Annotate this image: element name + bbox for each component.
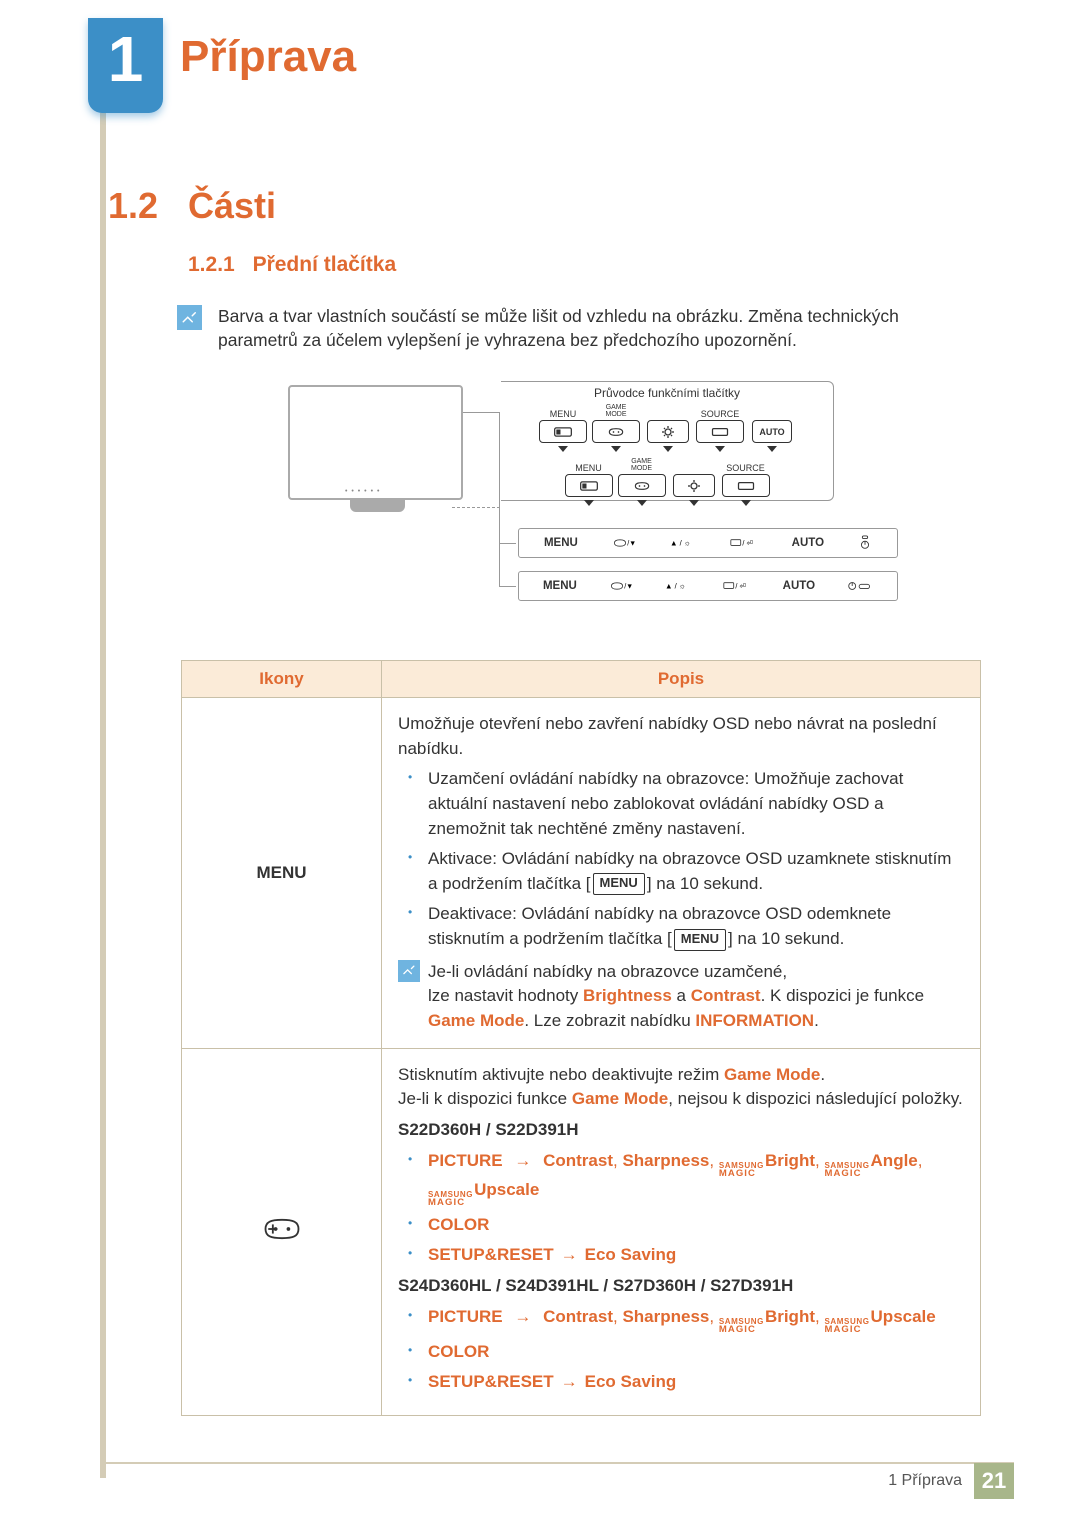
bullet-color-2: COLOR xyxy=(414,1340,964,1365)
source-return-icon: / ⏎ xyxy=(730,537,758,549)
bullet-picture-1: PICTURE → Contrast, Sharpness, SAMSUNGMA… xyxy=(414,1149,964,1207)
models-group-1: S22D360H / S22D391H xyxy=(398,1118,964,1143)
up-brightness-icon: ▲ / ☼ xyxy=(670,537,696,549)
note-icon xyxy=(177,305,202,330)
section-number: 1.2 xyxy=(108,185,158,227)
section-title: Části xyxy=(188,185,276,227)
buttons-table: Ikony Popis MENU Umožňuje otevření nebo … xyxy=(181,660,981,1416)
subsection-heading: 1.2.1 Přední tlačítka xyxy=(188,253,396,277)
gamepad-down-icon: /▼ xyxy=(612,537,636,549)
power-pill-icon xyxy=(847,579,873,593)
game-mode-label: GAMEMODE xyxy=(606,404,627,418)
bullet-picture-2: PICTURE → Contrast, Sharpness, SAMSUNGMA… xyxy=(414,1305,964,1334)
svg-text:▲ / ☼: ▲ / ☼ xyxy=(665,581,686,590)
svg-text:/ ⏎: / ⏎ xyxy=(742,538,752,547)
chapter-title: Příprava xyxy=(180,32,356,82)
buttons-diagram: • • • • • • Průvodce funkčními tlačítky … xyxy=(288,375,848,645)
footer-chapter: 1 Příprava xyxy=(888,1472,962,1490)
menu-pill-icon: MENU xyxy=(593,873,645,895)
brightness-btn-icon xyxy=(647,420,689,443)
menu-btn-icon xyxy=(539,420,587,443)
power-icon xyxy=(858,535,872,551)
bullet-setup-2: SETUP&RESET→Eco Saving xyxy=(414,1370,964,1395)
button-strip-2: MENU /▼ ▲ / ☼ / ⏎ AUTO xyxy=(518,571,898,601)
note-icon xyxy=(398,960,420,982)
row-icon-gamepad xyxy=(182,1048,382,1415)
chapter-number-badge: 1 xyxy=(88,18,163,113)
row-icon-menu: MENU xyxy=(182,698,382,1049)
svg-text:/ ⏎: / ⏎ xyxy=(735,581,745,590)
svg-text:▲ / ☼: ▲ / ☼ xyxy=(670,538,691,547)
page: 1 Příprava 1.2 Části 1.2.1 Přední tlačít… xyxy=(0,0,1080,1527)
gamemode-btn-icon xyxy=(592,420,640,443)
bullet-deactivate: Deaktivace: Ovládání nabídky na obrazovc… xyxy=(414,902,964,951)
bullet-activate: Aktivace: Ovládání nabídky na obrazovce … xyxy=(414,847,964,896)
page-number: 21 xyxy=(974,1463,1014,1499)
menu-pill-icon: MENU xyxy=(674,929,726,951)
guide-row-2: MENU GAMEMODE SOURCE xyxy=(507,458,827,506)
models-group-2: S24D360HL / S24D391HL / S27D360H / S27D3… xyxy=(398,1274,964,1299)
auto-btn: AUTO xyxy=(752,420,792,443)
source-label: SOURCE xyxy=(701,410,740,418)
row-desc-gamemode: Stisknutím aktivujte nebo deaktivujte re… xyxy=(382,1048,981,1415)
menu-label: MENU xyxy=(550,410,577,418)
source-btn-icon xyxy=(696,420,744,443)
table-header-desc: Popis xyxy=(382,661,981,698)
bullet-lock: Uzamčení ovládání nabídky na obrazovce: … xyxy=(414,767,964,841)
footer: 1 Příprava 21 xyxy=(100,1462,1014,1498)
svg-text:/▼: /▼ xyxy=(627,538,636,547)
menu-intro: Umožňuje otevření nebo zavření nabídky O… xyxy=(398,712,964,761)
bullet-color-1: COLOR xyxy=(414,1213,964,1238)
bullet-setup-1: SETUP&RESET→Eco Saving xyxy=(414,1243,964,1268)
locked-note: Je-li ovládání nabídky na obrazovce uzam… xyxy=(398,960,964,1034)
row-desc-menu: Umožňuje otevření nebo zavření nabídky O… xyxy=(382,698,981,1049)
guide-row-1: MENU GAMEMODE SOURCE xyxy=(507,404,827,452)
table-row-gamemode: Stisknutím aktivujte nebo deaktivujte re… xyxy=(182,1048,981,1415)
monitor-illustration: • • • • • • xyxy=(288,385,463,500)
button-strip-1: MENU /▼ ▲ / ☼ / ⏎ AUTO xyxy=(518,528,898,558)
function-key-guide: Průvodce funkčními tlačítky MENU GAMEMOD… xyxy=(501,381,834,501)
table-row-menu: MENU Umožňuje otevření nebo zavření nabí… xyxy=(182,698,981,1049)
guide-title: Průvodce funkčními tlačítky xyxy=(507,386,827,400)
decorative-stripe xyxy=(100,45,106,1478)
subsection-number: 1.2.1 xyxy=(188,253,235,276)
svg-text:/▼: /▼ xyxy=(624,581,633,590)
gamepad-icon xyxy=(260,1211,304,1252)
table-header-icons: Ikony xyxy=(182,661,382,698)
subsection-title: Přední tlačítka xyxy=(253,253,397,276)
note-text: Barva a tvar vlastních součástí se může … xyxy=(218,305,978,352)
